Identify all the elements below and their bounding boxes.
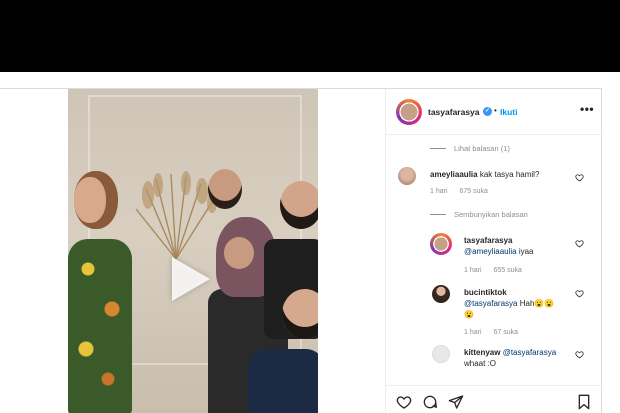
header-separator: • [494, 106, 497, 115]
reply-mention[interactable]: @ameyliaaulia [464, 247, 517, 256]
comment: ameyliaaulia kak tasya hamil? [430, 169, 539, 180]
reply-text: iyaa [518, 247, 534, 256]
view-replies-link[interactable]: Lihat balasan (1) [454, 144, 510, 153]
bookmark-icon[interactable] [576, 394, 592, 410]
follow-button[interactable]: Ikuti [500, 107, 517, 117]
reply-username[interactable]: tasyafarasya [464, 236, 512, 245]
reply-mention[interactable]: @tasyafarasya [503, 348, 556, 357]
reply-text-continued: 😮 [464, 310, 474, 319]
heart-icon[interactable] [575, 289, 584, 298]
post-action-bar [386, 385, 602, 413]
reply-avatar[interactable] [430, 233, 452, 255]
reply-text: Hah😮😮 [519, 299, 555, 308]
post-media-area [0, 89, 385, 413]
reply-time[interactable]: 1 hari [464, 329, 482, 336]
reply-time[interactable]: 1 hari [464, 267, 482, 274]
heart-icon[interactable] [575, 350, 584, 359]
comment-username[interactable]: ameyliaaulia [430, 170, 478, 179]
reply-line [430, 148, 446, 149]
reply-avatar[interactable] [432, 345, 450, 363]
person-woman-head [74, 171, 118, 229]
post-header: tasyafarasya ✓ • Ikuti ••• [386, 89, 602, 135]
reply-avatar[interactable] [432, 285, 450, 303]
comment-text: kak tasya hamil? [479, 170, 540, 179]
top-black-bar [0, 0, 620, 72]
more-options-icon[interactable]: ••• [580, 102, 594, 116]
reply: tasyafarasya @ameyliaaulia iyaa [464, 235, 534, 257]
heart-icon[interactable] [575, 173, 584, 182]
comment-time[interactable]: 1 hari [430, 188, 448, 195]
person-right-head [280, 181, 318, 229]
person-bottom-body [248, 349, 318, 413]
verified-badge-icon: ✓ [483, 107, 492, 116]
person-back-head [208, 169, 242, 209]
reply-username[interactable]: kittenyaw [464, 348, 500, 357]
instagram-post-card: tasyafarasya ✓ • Ikuti ••• Lihat balasan… [0, 88, 602, 413]
comment-meta: 1 hari 675 suka [430, 188, 498, 195]
reply: bucintiktok @tasyafarasya Hah😮😮 😮 [464, 287, 554, 320]
hide-replies-link[interactable]: Sembunyikan balasan [454, 210, 528, 219]
reply-mention[interactable]: @tasyafarasya [464, 299, 517, 308]
author-avatar[interactable] [396, 99, 422, 125]
person-hijab-face [224, 237, 254, 269]
comments-panel: tasyafarasya ✓ • Ikuti ••• Lihat balasan… [385, 89, 602, 413]
reply-username[interactable]: bucintiktok [464, 288, 507, 297]
share-icon[interactable] [448, 394, 464, 410]
post-video[interactable] [68, 89, 318, 413]
reply-likes[interactable]: 655 suka [493, 267, 521, 274]
reply-text: whaat :O [464, 359, 497, 368]
comment-likes[interactable]: 675 suka [459, 188, 487, 195]
play-icon[interactable] [172, 257, 210, 301]
comment-icon[interactable] [422, 394, 438, 410]
reply-meta: 1 hari 655 suka [464, 267, 532, 274]
reply: kittenyaw @tasyafarasya whaat :O [464, 347, 556, 369]
commenter-avatar[interactable] [398, 167, 416, 185]
person-woman-dress [68, 239, 132, 413]
reply-line [430, 214, 446, 215]
reply-meta: 1 hari 67 suka [464, 329, 528, 336]
heart-icon[interactable] [396, 394, 412, 410]
author-username[interactable]: tasyafarasya [428, 107, 480, 117]
reply-likes[interactable]: 67 suka [493, 329, 518, 336]
heart-icon[interactable] [575, 239, 584, 248]
